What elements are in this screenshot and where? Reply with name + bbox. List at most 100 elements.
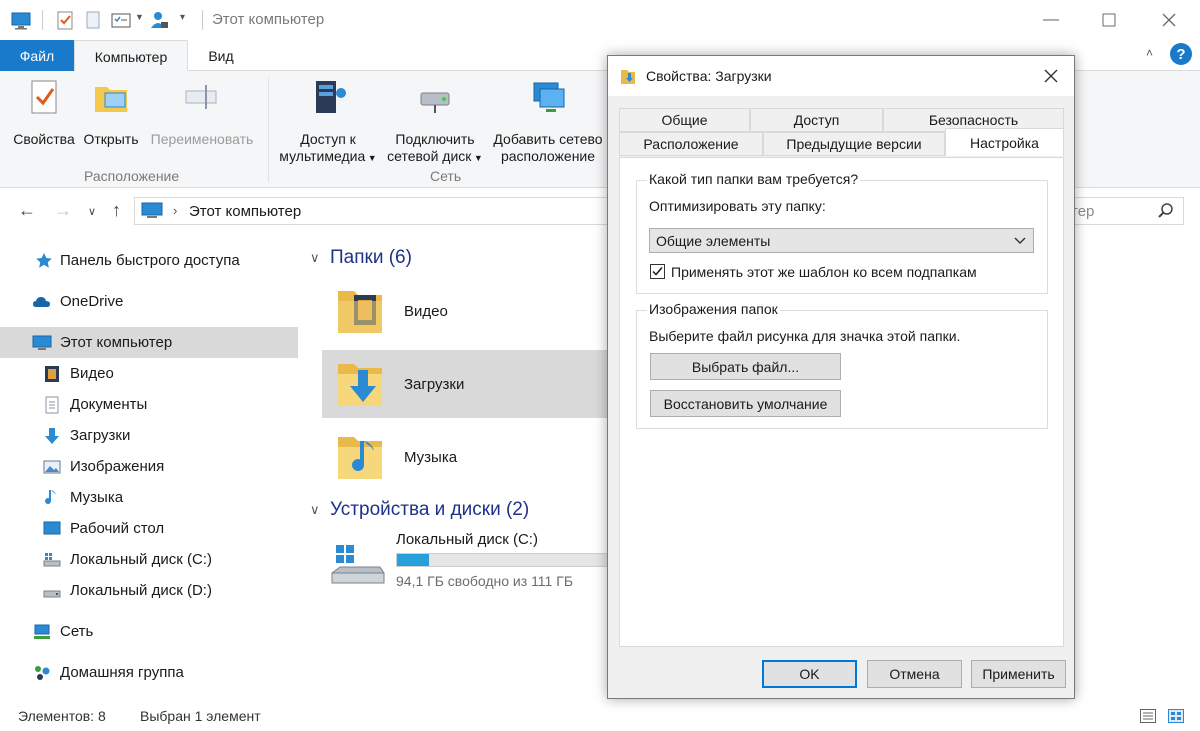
folder-music[interactable]: Музыка [322, 423, 612, 491]
tab-customize[interactable]: Настройка [945, 128, 1064, 156]
nav-quick-access[interactable]: Панель быстрого доступа [0, 245, 298, 276]
maximize-button[interactable] [1080, 0, 1138, 40]
customize-toolbar-icon[interactable]: ▾ [180, 12, 185, 23]
dialog-title-bar[interactable]: Свойства: Загрузки [608, 56, 1074, 96]
folder-downloads[interactable]: Загрузки [322, 350, 612, 418]
nav-desktop-label: Рабочий стол [70, 520, 165, 537]
open-button[interactable]: Открыть [78, 77, 144, 148]
nav-videos[interactable]: Видео [0, 358, 298, 389]
breadcrumb-chevron-icon[interactable]: › [173, 203, 177, 218]
network-user-icon[interactable] [148, 9, 170, 31]
details-view-icon[interactable] [1140, 709, 1156, 723]
picture-icon [43, 460, 61, 473]
media-access-button[interactable]: Доступ к мультимедиа ▼ [274, 77, 382, 167]
help-icon[interactable]: ? [1170, 43, 1192, 65]
add-network-location-button[interactable]: Добавить сетево расположение [488, 77, 608, 165]
tab-computer[interactable]: Компьютер [74, 40, 188, 72]
computer-icon [141, 202, 163, 218]
chevron-down-icon [1014, 237, 1026, 244]
nav-homegroup[interactable]: Домашняя группа [0, 657, 298, 688]
tab-previous-versions[interactable]: Предыдущие версии [763, 132, 945, 156]
folders-header-label: Папки (6) [330, 247, 412, 268]
dialog-close-button[interactable] [1034, 62, 1068, 90]
tiles-view-icon[interactable] [1168, 709, 1184, 723]
nav-network[interactable]: Сеть [0, 616, 298, 647]
address-box[interactable]: › Этот компьютер [134, 197, 612, 225]
recent-locations-icon[interactable]: ∨ [88, 205, 96, 218]
search-box[interactable]: тер [1060, 197, 1184, 225]
minimize-button[interactable]: — [1022, 0, 1080, 40]
tab-view[interactable]: Вид [192, 40, 250, 71]
collapse-ribbon-icon[interactable]: ˄ [1146, 46, 1153, 60]
downloads-folder-icon [338, 364, 382, 406]
tab-sharing[interactable]: Доступ [750, 108, 883, 132]
apply-template-checkbox[interactable] [650, 264, 665, 279]
nav-onedrive[interactable]: OneDrive [0, 286, 298, 317]
rename-icon [185, 85, 217, 109]
nav-videos-label: Видео [70, 365, 114, 382]
ok-button[interactable]: OK [762, 660, 857, 688]
restore-default-button[interactable]: Восстановить умолчание [650, 390, 841, 417]
map-drive-label-1: Подключить [395, 131, 475, 147]
video-folder-icon [338, 291, 382, 333]
folders-group-header[interactable]: ∨ Папки (6) [310, 247, 412, 269]
music-note-icon [45, 489, 56, 504]
video-icon [45, 365, 59, 382]
drive-usage-fill [397, 554, 430, 566]
nav-this-pc[interactable]: Этот компьютер [0, 327, 298, 358]
nav-music[interactable]: Музыка [0, 482, 298, 513]
system-drive-icon [43, 552, 61, 566]
devices-group-header[interactable]: ∨ Устройства и диски (2) [310, 499, 529, 521]
map-drive-button[interactable]: Подключить сетевой диск ▼ [382, 77, 488, 167]
nav-pictures-label: Изображения [70, 458, 165, 475]
optimize-label: Оптимизировать эту папку: [649, 198, 826, 214]
properties-button[interactable]: Свойства [8, 77, 80, 148]
nav-documents[interactable]: Документы [0, 389, 298, 420]
close-icon [1162, 13, 1176, 27]
up-arrow-icon[interactable]: ↑ [112, 200, 121, 221]
computer-icon [32, 335, 52, 350]
forward-arrow-icon[interactable]: → [54, 200, 72, 221]
network-icon [34, 624, 50, 639]
nav-pictures[interactable]: Изображения [0, 451, 298, 482]
nav-drive-d[interactable]: Локальный диск (D:) [0, 575, 298, 606]
apply-button[interactable]: Применить [971, 660, 1066, 688]
checkmark-icon [652, 267, 663, 276]
back-arrow-icon[interactable]: ← [18, 200, 36, 221]
dropdown-arrow-icon[interactable]: ▼ [135, 12, 144, 22]
tab-location[interactable]: Расположение [619, 132, 763, 156]
cancel-button[interactable]: Отмена [867, 660, 962, 688]
nav-desktop[interactable]: Рабочий стол [0, 513, 298, 544]
nav-onedrive-label: OneDrive [60, 293, 124, 310]
nav-drive-c[interactable]: Локальный диск (C:) [0, 544, 298, 575]
tab-general[interactable]: Общие [619, 108, 750, 132]
ribbon-group-network: Сеть [430, 168, 462, 184]
choose-file-button[interactable]: Выбрать файл... [650, 353, 841, 380]
rename-button[interactable]: Переименовать [144, 77, 260, 148]
music-folder-icon [338, 437, 382, 479]
view-icon[interactable] [110, 9, 132, 31]
folder-icon [621, 70, 635, 84]
optimize-dropdown[interactable]: Общие элементы [649, 228, 1034, 253]
maximize-icon [1102, 13, 1116, 27]
apply-template-label[interactable]: Применять этот же шаблон ко всем подпапк… [671, 264, 977, 280]
nav-downloads[interactable]: Загрузки [0, 420, 298, 451]
title-bar: ▼ ▾ Этот компьютер — [0, 0, 1200, 40]
open-label: Открыть [83, 131, 139, 147]
dialog-title: Свойства: Загрузки [646, 68, 772, 84]
search-icon[interactable] [1157, 202, 1175, 220]
folder-videos[interactable]: Видео [322, 277, 612, 345]
title-separator [202, 10, 203, 30]
properties-check-icon[interactable] [54, 9, 76, 31]
customize-tab-panel: Какой тип папки вам требуется? Оптимизир… [619, 157, 1064, 647]
nav-drive-c-label: Локальный диск (C:) [70, 551, 212, 568]
folder-music-label: Музыка [404, 448, 458, 466]
computer-icon[interactable] [10, 9, 32, 31]
new-document-icon[interactable] [82, 9, 104, 31]
close-button[interactable] [1140, 0, 1198, 40]
drive-c-tile[interactable]: Локальный диск (C:) 94,1 ГБ свободно из … [322, 531, 612, 597]
breadcrumb-this-pc[interactable]: Этот компьютер [189, 203, 301, 220]
homegroup-icon [35, 665, 50, 680]
media-access-label-1: Доступ к [300, 131, 356, 147]
tab-file[interactable]: Файл [0, 40, 74, 71]
